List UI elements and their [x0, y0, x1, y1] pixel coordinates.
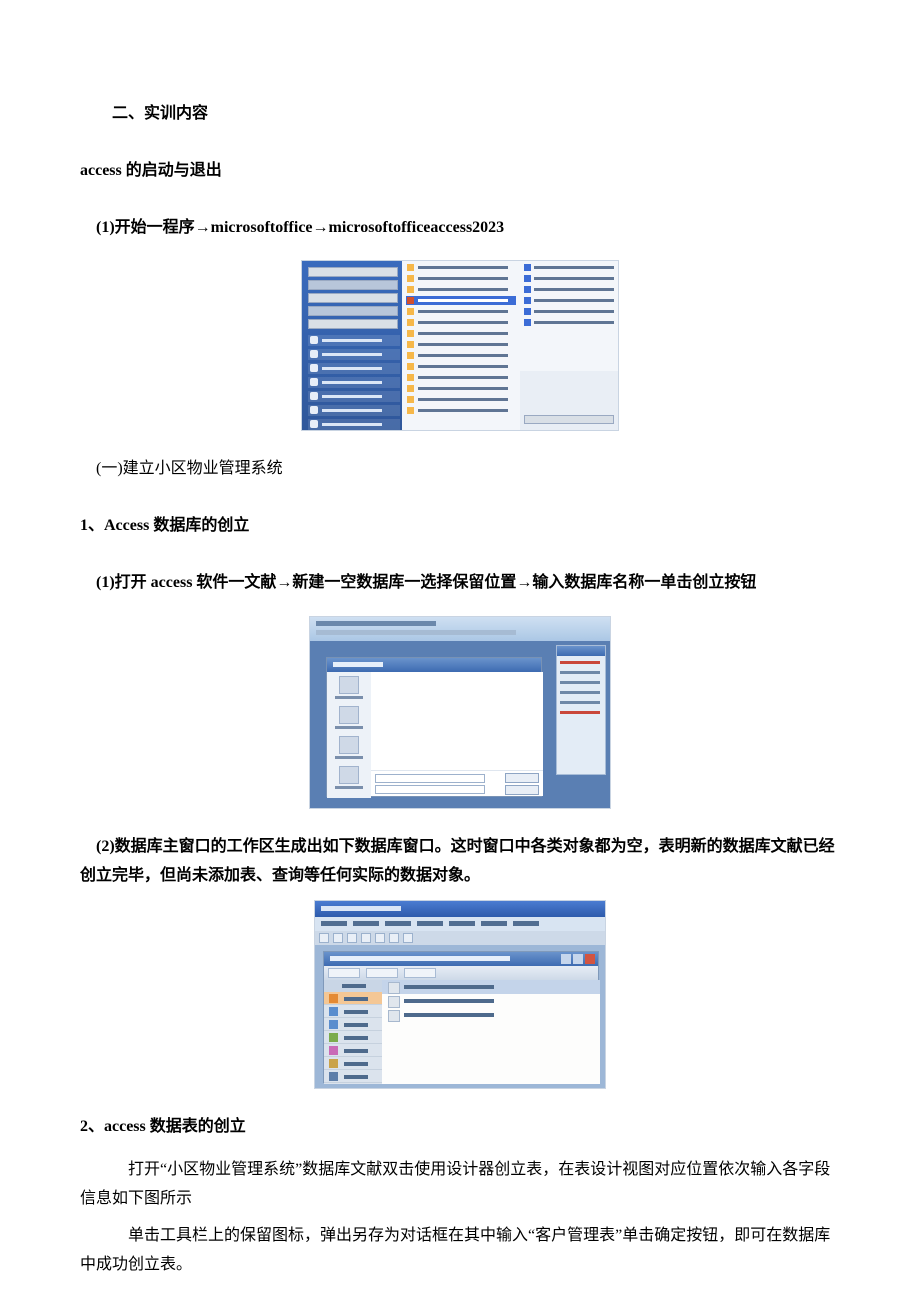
step-1-start-path: (1)开始一程序→microsoftoffice→microsoftoffice…: [80, 214, 840, 243]
step-db-create-2: (2)数据库主窗口的工作区生成出如下数据库窗口。这时窗口中各类对象都为空，表明新…: [80, 833, 840, 891]
para-table-create-2: 单击工具栏上的保留图标，弹出另存为对话框在其中输入“客户管理表”单击确定按钮，即…: [80, 1222, 840, 1280]
section-heading-2: 二、实训内容: [80, 100, 840, 129]
para-table-create-1: 打开“小区物业管理系统”数据库文献双击使用设计器创立表，在表设计视图对应位置依次…: [80, 1156, 840, 1214]
screenshot-db-window: [314, 900, 606, 1089]
step-db-create-1: (1)打开 access 软件一文献→新建一空数据库一选择保留位置→输入数据库名…: [80, 569, 840, 598]
heading-db-create: 1、Access 数据库的创立: [80, 512, 840, 541]
screenshot-start-menu: [301, 260, 619, 431]
heading-table-create: 2、access 数据表的创立: [80, 1113, 840, 1142]
heading-section-yi: (一)建立小区物业管理系统: [80, 455, 840, 484]
screenshot-new-db-dialog: [309, 616, 611, 809]
heading-access-start-exit: access 的启动与退出: [80, 157, 840, 186]
